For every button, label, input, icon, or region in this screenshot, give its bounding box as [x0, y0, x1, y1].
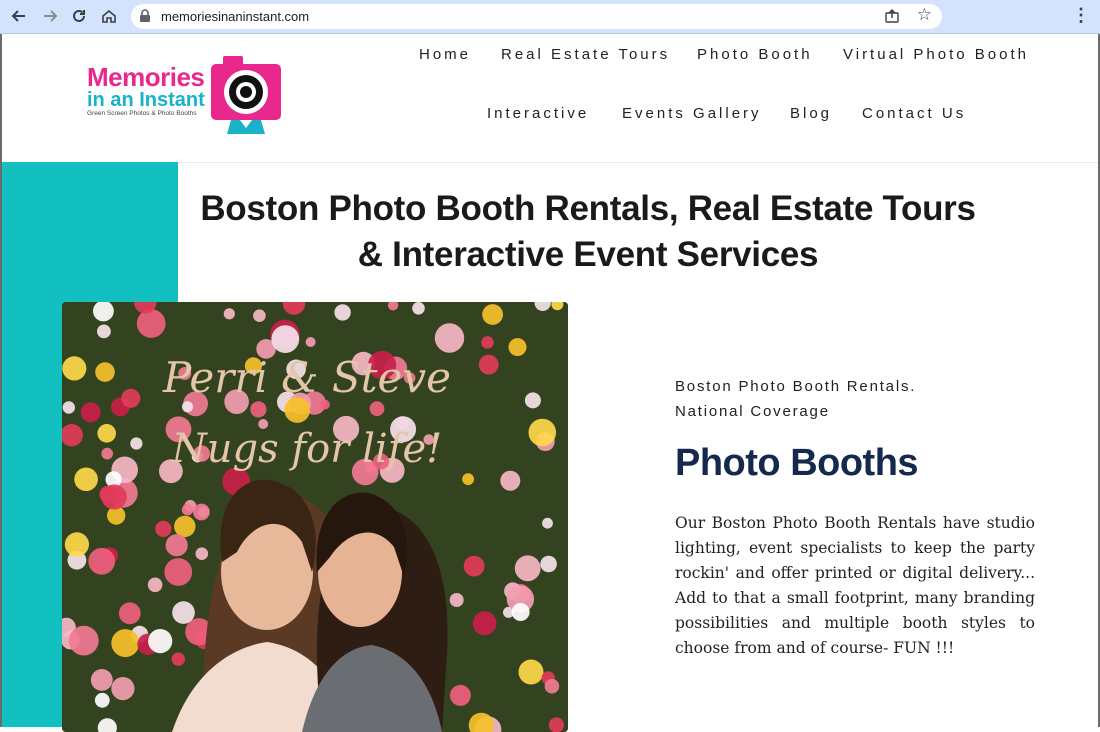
menu-kebab-icon[interactable]: ⋮: [1072, 5, 1090, 27]
back-arrow-icon[interactable]: [7, 4, 31, 28]
photo-sign-line1: Perri & Steve: [162, 353, 451, 402]
section-body: Our Boston Photo Booth Rentals have stud…: [675, 514, 1035, 657]
nav-real-estate-tours[interactable]: Real Estate Tours: [501, 46, 670, 63]
bookmark-star-icon[interactable]: ☆: [917, 5, 932, 25]
photo-sign-line2: Nugs for life!: [171, 426, 442, 472]
page-title: Boston Photo Booth Rentals, Real Estate …: [178, 186, 998, 278]
lock-icon[interactable]: [139, 9, 153, 23]
nav-virtual-photo-booth[interactable]: Virtual Photo Booth: [843, 46, 1029, 63]
section-subtitle-line1: Boston Photo Booth Rentals.: [675, 378, 917, 395]
hero-photo: Perri & Steve Nugs for life!: [62, 302, 568, 732]
reload-icon[interactable]: [67, 4, 91, 28]
nav-home[interactable]: Home: [419, 46, 471, 63]
nav-photo-booth[interactable]: Photo Booth: [697, 46, 813, 63]
logo-tagline: Green Screen Photos & Photo Booths: [87, 110, 197, 117]
photo-booth-image: Perri & Steve Nugs for life!: [62, 302, 568, 732]
web-page: Memories in an Instant Green Screen Phot…: [0, 34, 1100, 732]
share-icon[interactable]: [884, 8, 900, 24]
camera-icon: [211, 56, 281, 134]
url-text[interactable]: memoriesinaninstant.com: [161, 9, 309, 24]
nav-blog[interactable]: Blog: [790, 105, 832, 122]
site-logo[interactable]: Memories in an Instant Green Screen Phot…: [85, 56, 285, 138]
forward-arrow-icon[interactable]: [38, 4, 62, 28]
page-title-line1: Boston Photo Booth Rentals, Real Estate …: [200, 189, 976, 228]
section-subtitle-line2: National Coverage: [675, 403, 830, 420]
address-bar[interactable]: memoriesinaninstant.com ☆: [131, 4, 942, 29]
browser-toolbar: memoriesinaninstant.com ☆ ⋮: [0, 0, 1100, 34]
section-heading: Photo Booths: [675, 442, 919, 484]
logo-text-line2: in an Instant: [87, 89, 205, 111]
nav-contact-us[interactable]: Contact Us: [862, 105, 966, 122]
home-icon[interactable]: [97, 4, 121, 28]
nav-events-gallery[interactable]: Events Gallery: [622, 105, 762, 122]
page-title-line2: & Interactive Event Services: [357, 235, 819, 274]
site-header: Memories in an Instant Green Screen Phot…: [2, 34, 1098, 163]
nav-interactive[interactable]: Interactive: [487, 105, 589, 122]
